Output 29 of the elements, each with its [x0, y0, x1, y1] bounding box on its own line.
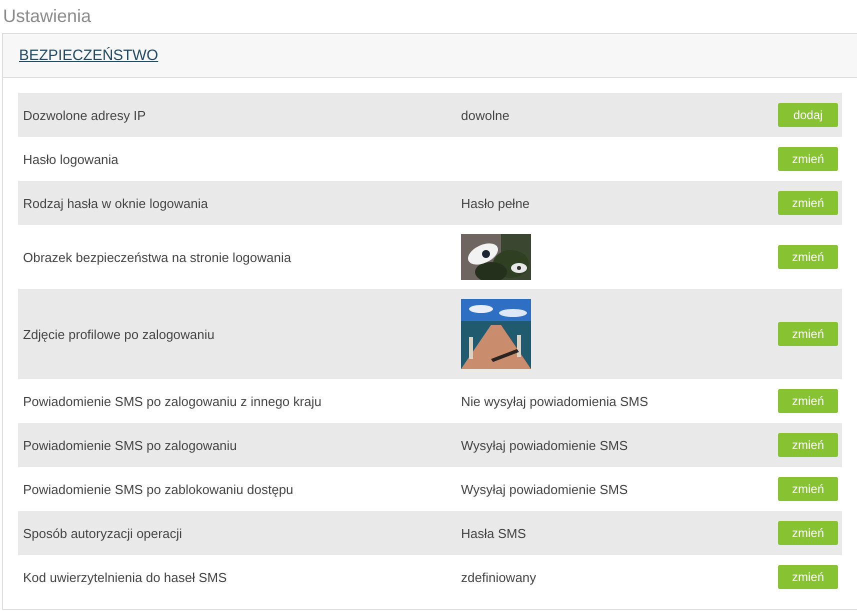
change-button[interactable]: zmień: [778, 322, 838, 346]
setting-label: Powiadomienie SMS po zablokowaniu dostępu: [22, 482, 294, 496]
setting-value: Hasło pełne: [461, 196, 530, 210]
change-button[interactable]: zmień: [778, 191, 838, 215]
setting-label: Dozwolone adresy IP: [22, 108, 147, 122]
setting-value: Wysyłaj powiadomienie SMS: [461, 482, 628, 496]
change-button[interactable]: zmień: [778, 389, 838, 413]
setting-label: Kod uwierzytelnienia do haseł SMS: [22, 570, 228, 584]
change-button[interactable]: zmień: [778, 147, 838, 171]
setting-label: Rodzaj hasła w oknie logowania: [22, 196, 210, 210]
setting-value: zdefiniowany: [461, 570, 536, 584]
change-button[interactable]: zmień: [778, 477, 838, 501]
setting-label: Powiadomienie SMS po zalogowaniu z innego kraju: [22, 394, 322, 408]
change-button[interactable]: zmień: [778, 521, 838, 545]
change-button[interactable]: zmień: [778, 565, 838, 589]
setting-label: Obrazek bezpieczeństwa na stronie logowania: [22, 250, 292, 264]
setting-value: Hasła SMS: [461, 526, 526, 540]
setting-label: Powiadomienie SMS po zalogowaniu: [22, 438, 238, 452]
change-button[interactable]: zmień: [778, 433, 838, 457]
setting-value: dowolne: [461, 108, 510, 122]
change-button[interactable]: zmień: [778, 245, 838, 269]
setting-value: Wysyłaj powiadomienie SMS: [461, 438, 628, 452]
section-title[interactable]: BEZPIECZEŃSTWO: [19, 47, 158, 64]
setting-label: Sposób autoryzacji operacji: [22, 526, 183, 540]
setting-label: Hasło logowania: [22, 152, 120, 166]
setting-value: Nie wysyłaj powiadomienia SMS: [461, 394, 648, 408]
change-button[interactable]: dodaj: [778, 103, 838, 127]
setting-label: Zdjęcie profilowe po zalogowaniu: [22, 326, 216, 342]
page-title: Ustawienia: [2, 5, 92, 28]
